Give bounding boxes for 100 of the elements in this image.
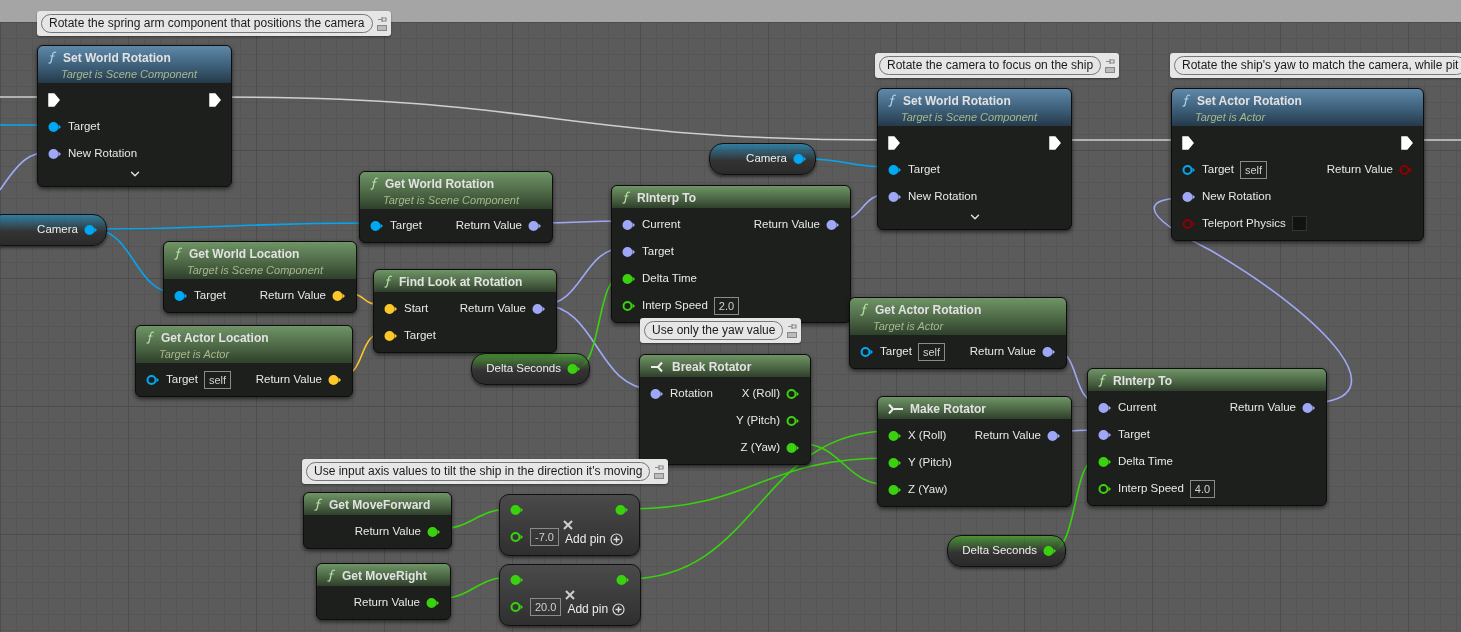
pin-icon[interactable]: [786, 387, 800, 400]
pin-icon[interactable]: [84, 224, 98, 236]
pin-icon[interactable]: [146, 373, 160, 386]
comment-bubble[interactable]: Use only the yaw value: [640, 318, 802, 343]
default-value-field[interactable]: 2.0: [713, 296, 740, 315]
exec-pin-icon[interactable]: [1401, 135, 1413, 150]
blueprint-node[interactable]: Set World Rotation Target is Scene Component Target New Rotation: [877, 88, 1072, 230]
collapse-icon[interactable]: [1105, 67, 1116, 73]
comment-bubble[interactable]: Use input axis values to tilt the ship in the direction it's moving: [302, 459, 669, 484]
blueprint-node[interactable]: RInterp To Current Return Value Target Delta Time Interp Speed 4.0: [1087, 368, 1327, 506]
variable-node[interactable]: Delta Seconds: [947, 535, 1066, 567]
math-node[interactable]: -7.0 Add pin: [499, 494, 640, 556]
variable-node[interactable]: Camera: [709, 143, 816, 175]
pin-icon[interactable]: [1182, 163, 1196, 176]
blueprint-node[interactable]: Get World Rotation Target is Scene Component Target Return Value: [359, 171, 553, 243]
default-value-field[interactable]: self: [203, 370, 232, 389]
pin-icon[interactable]: [888, 456, 902, 469]
default-value-field[interactable]: 4.0: [1189, 479, 1216, 498]
pin-icon[interactable]: [1098, 401, 1112, 414]
math-node[interactable]: 20.0 Add pin: [499, 564, 641, 626]
pin-icon[interactable]: [1098, 482, 1112, 495]
pushpin-icon[interactable]: [654, 464, 665, 471]
exec-pin-icon[interactable]: [48, 92, 60, 107]
pin-icon[interactable]: [384, 302, 398, 315]
blueprint-node[interactable]: Get Actor Location Target is Actor Target self Return Value: [135, 325, 353, 397]
pin-label: Delta Time: [1118, 453, 1173, 469]
add-pin-button[interactable]: Add pin: [564, 530, 623, 548]
pin-icon[interactable]: [786, 441, 800, 454]
collapse-icon[interactable]: [654, 473, 665, 479]
collapse-icon[interactable]: [376, 25, 387, 31]
pin-icon[interactable]: [370, 219, 384, 232]
pin-icon[interactable]: [1042, 345, 1056, 358]
pin-icon[interactable]: [786, 414, 800, 427]
pin-icon[interactable]: [384, 329, 398, 342]
blueprint-node[interactable]: Find Look at Rotation Start Return Value Target: [373, 269, 557, 353]
pin-icon[interactable]: [888, 163, 902, 176]
blueprint-node[interactable]: Set Actor Rotation Target is Actor Target self Return Value New Rotation Teleport Physics: [1171, 88, 1424, 241]
pin-icon[interactable]: [622, 299, 636, 312]
pin-icon[interactable]: [510, 504, 524, 516]
default-value-field[interactable]: 20.0: [530, 598, 562, 616]
add-pin-button[interactable]: Add pin: [567, 600, 626, 618]
pin-icon[interactable]: [426, 596, 440, 609]
pin-icon[interactable]: [1302, 401, 1316, 414]
pin-icon[interactable]: [826, 218, 840, 231]
exec-pin-icon[interactable]: [1049, 135, 1061, 150]
pin-icon[interactable]: [793, 153, 807, 165]
exec-pin-icon[interactable]: [209, 92, 221, 107]
pin-icon[interactable]: [888, 429, 902, 442]
pin-icon[interactable]: [528, 219, 542, 232]
collapse-icon[interactable]: [787, 332, 798, 338]
variable-node[interactable]: Delta Seconds: [471, 353, 590, 385]
blueprint-node[interactable]: Set World Rotation Target is Scene Component Target New Rotation: [37, 45, 232, 187]
pin-icon[interactable]: [615, 504, 629, 516]
pushpin-icon[interactable]: [376, 16, 387, 23]
pin-icon[interactable]: [1047, 429, 1061, 442]
pin-icon[interactable]: [328, 373, 342, 386]
default-value-field[interactable]: -7.0: [530, 528, 559, 546]
exec-pin-icon[interactable]: [888, 135, 900, 150]
pin-icon[interactable]: [567, 363, 581, 375]
checkbox[interactable]: [1291, 216, 1307, 231]
pin-icon[interactable]: [860, 345, 874, 358]
variable-node[interactable]: Camera: [0, 214, 107, 246]
pin-icon[interactable]: [616, 574, 630, 586]
pin-icon[interactable]: [510, 574, 524, 586]
blueprint-node[interactable]: Get MoveForward Return Value: [303, 492, 452, 549]
pin-icon[interactable]: [48, 147, 62, 160]
pushpin-icon[interactable]: [787, 323, 798, 330]
pin-icon[interactable]: [1043, 545, 1057, 557]
pin-icon[interactable]: [510, 601, 524, 613]
pushpin-icon[interactable]: [1105, 58, 1116, 65]
pin-icon[interactable]: [510, 531, 524, 543]
cross-icon[interactable]: [562, 520, 573, 530]
pin-icon[interactable]: [888, 483, 902, 496]
pin-icon[interactable]: [1098, 428, 1112, 441]
blueprint-node[interactable]: Get MoveRight Return Value: [316, 563, 451, 620]
pin-icon[interactable]: [622, 272, 636, 285]
comment-bubble[interactable]: Rotate the camera to focus on the ship: [875, 53, 1120, 78]
pin-icon[interactable]: [622, 218, 636, 231]
blueprint-node[interactable]: RInterp To Current Return Value Target Delta Time Interp Speed 2.0: [611, 185, 851, 323]
pin-icon[interactable]: [888, 190, 902, 203]
comment-bubble[interactable]: Rotate the spring arm component that positions the camera: [37, 11, 391, 36]
blueprint-node[interactable]: Get Actor Rotation Target is Actor Target self Return Value: [849, 297, 1067, 369]
pin-icon[interactable]: [427, 525, 441, 538]
pin-icon[interactable]: [1098, 455, 1112, 468]
blueprint-node[interactable]: Get World Location Target is Scene Component Target Return Value: [163, 241, 357, 313]
pin-icon[interactable]: [332, 289, 346, 302]
pin-icon[interactable]: [650, 387, 664, 400]
pin-icon[interactable]: [48, 120, 62, 133]
blueprint-node[interactable]: Break Rotator Rotation X (Roll) Y (Pitch) Z (Yaw): [639, 354, 811, 465]
pin-icon[interactable]: [174, 289, 188, 302]
blueprint-node[interactable]: Make Rotator X (Roll) Return Value Y (Pitch) Z (Yaw): [877, 396, 1072, 507]
plus-circle-icon: [612, 602, 626, 616]
pin-icon[interactable]: [622, 245, 636, 258]
exec-pin-icon[interactable]: [1182, 135, 1194, 150]
default-value-field[interactable]: self: [917, 342, 946, 361]
default-value-field[interactable]: self: [1239, 160, 1268, 179]
cross-icon[interactable]: [565, 590, 576, 600]
pin-icon[interactable]: [1182, 190, 1196, 203]
pin-label: Target: [908, 161, 940, 177]
pin-icon[interactable]: [532, 302, 546, 315]
